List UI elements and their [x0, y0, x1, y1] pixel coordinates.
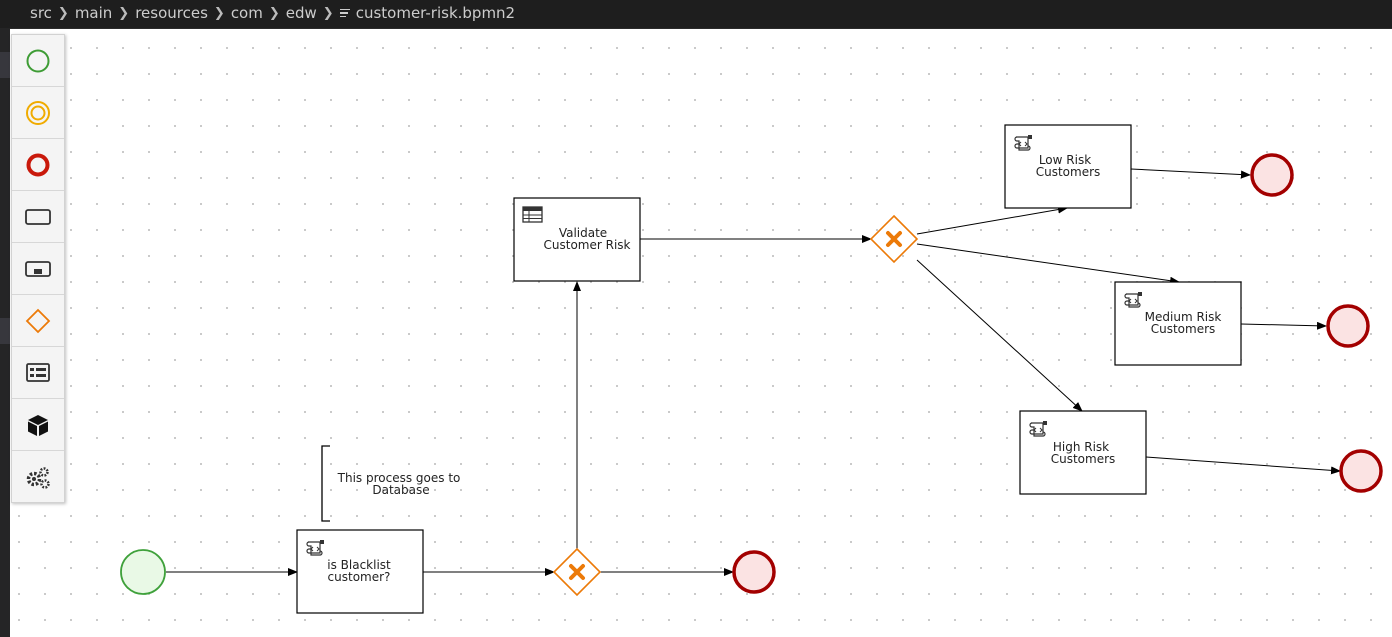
palette-service-tasks[interactable]	[12, 451, 64, 502]
task-high-risk-customers[interactable]: High Risk Customers	[1019, 410, 1147, 495]
task-is-blacklist-customer[interactable]: is Blacklist customer?	[296, 529, 424, 614]
palette-intermediate-events[interactable]	[12, 87, 64, 139]
task-low-risk-customers[interactable]: Low Risk Customers	[1004, 124, 1132, 209]
start-event[interactable]	[120, 549, 166, 595]
task-label-line-2: Customers	[1036, 165, 1101, 179]
shape-palette	[11, 34, 65, 503]
annotation-bracket	[321, 445, 330, 522]
exclusive-gateway[interactable]	[552, 547, 602, 597]
start-event-icon	[26, 49, 50, 72]
gateway-icon	[25, 308, 51, 333]
subprocess-icon	[25, 260, 51, 277]
bpmn-diagram: This process goes to Database is Blackli…	[120, 124, 1383, 614]
text-annotation[interactable]: This process goes to Database	[321, 445, 460, 522]
palette-gateways[interactable]	[12, 295, 64, 347]
exclusive-gateway[interactable]	[869, 214, 919, 264]
flow-high-to-end[interactable]	[1145, 456, 1341, 475]
task-medium-risk-customers[interactable]: Medium Risk Customers	[1114, 281, 1242, 366]
end-event-medium-risk[interactable]	[1326, 304, 1370, 348]
flow-gateway-to-low[interactable]	[916, 205, 1068, 235]
task-label-line-2: customer?	[328, 570, 391, 584]
palette-subprocesses[interactable]	[12, 243, 64, 295]
flow-medium-to-end[interactable]	[1240, 321, 1327, 330]
end-event-low-risk[interactable]	[1250, 153, 1294, 197]
task-label-line-2: Customers	[1051, 452, 1116, 466]
palette-containers[interactable]	[12, 347, 64, 399]
intermediate-event-icon	[26, 100, 50, 125]
custom-task-icon	[28, 414, 48, 436]
end-event[interactable]	[732, 550, 776, 594]
task-label-line-2: Customer Risk	[544, 238, 631, 252]
end-event-icon	[26, 153, 50, 176]
flow-low-to-end[interactable]	[1130, 168, 1251, 179]
task-validate-customer-risk[interactable]: Validate Customer Risk	[513, 197, 641, 282]
business-rule-icon	[522, 206, 543, 223]
palette-start-events[interactable]	[12, 35, 64, 87]
service-tasks-icon	[26, 466, 50, 489]
palette-tasks[interactable]	[12, 191, 64, 243]
task-label-line-2: Customers	[1151, 322, 1216, 336]
sequence-flows[interactable]	[166, 168, 1341, 576]
end-event-high-risk[interactable]	[1339, 449, 1383, 493]
data-object-icon	[26, 362, 50, 382]
annotation-line-2: Database	[372, 483, 429, 497]
flow-gateway-to-medium[interactable]	[916, 243, 1180, 285]
task-icon	[25, 208, 51, 225]
palette-custom-tasks[interactable]	[12, 399, 64, 451]
palette-end-events[interactable]	[12, 139, 64, 191]
flow-gateway-to-high[interactable]	[916, 259, 1083, 412]
